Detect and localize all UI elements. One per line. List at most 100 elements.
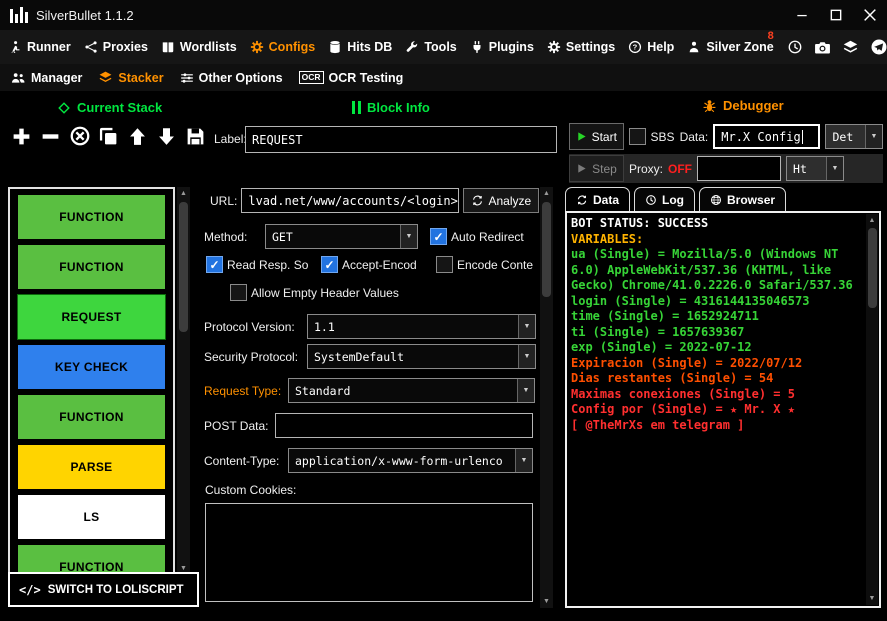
wrench-icon <box>405 40 419 54</box>
tab-log[interactable]: Log <box>634 187 695 211</box>
help-icon: ? <box>628 40 642 54</box>
arrow-down-icon[interactable] <box>154 123 179 149</box>
chevron-down-icon[interactable]: ▼ <box>518 315 535 338</box>
menu-item-proxies[interactable]: Proxies <box>84 40 148 54</box>
svg-text:?: ? <box>633 43 638 52</box>
data-line: login (Single) = 4316144135046573 <box>571 294 863 310</box>
debug-data-input[interactable]: Mr.X Config <box>713 124 820 149</box>
scroll-thumb[interactable] <box>179 202 188 332</box>
scroll-thumb[interactable] <box>868 228 877 308</box>
tab-stacker[interactable]: Stacker <box>98 70 163 85</box>
chevron-down-icon[interactable]: ▼ <box>518 345 535 368</box>
history-icon[interactable] <box>787 39 803 55</box>
remove-block-button[interactable] <box>38 123 63 149</box>
chevron-down-icon[interactable]: ▼ <box>400 225 417 248</box>
play-icon <box>576 163 587 174</box>
stack-block[interactable]: FUNCTION <box>18 395 165 439</box>
stack-block[interactable]: FUNCTION <box>18 245 165 289</box>
debugger-header: Debugger <box>702 98 784 113</box>
minimize-button[interactable] <box>785 0 819 30</box>
disable-block-button[interactable] <box>67 123 92 149</box>
scroll-up-arrow[interactable]: ▲ <box>540 187 553 200</box>
data-line: exp (Single) = 2022-07-12 <box>571 340 863 356</box>
data-line: Expiracion (Single) = 2022/07/12 <box>571 356 863 372</box>
switch-to-loliscript-button[interactable]: </> SWITCH TO LOLISCRIPT <box>8 572 199 607</box>
chevron-down-icon[interactable]: ▼ <box>515 449 532 472</box>
menu-item-configs[interactable]: Configs <box>250 40 316 54</box>
stack-block[interactable]: REQUEST <box>18 295 165 339</box>
tab-other-options[interactable]: Other Options <box>180 71 283 85</box>
menu-item-help[interactable]: ? Help <box>628 40 674 54</box>
custom-cookies-textarea[interactable] <box>205 503 533 602</box>
maximize-button[interactable] <box>819 0 853 30</box>
scroll-down-arrow[interactable]: ▼ <box>866 592 878 605</box>
menu-item-settings[interactable]: Settings <box>547 40 615 54</box>
protocol-version-select[interactable]: 1.1 ▼ <box>307 314 536 339</box>
menu-item-tools[interactable]: Tools <box>405 40 456 54</box>
layers-icon[interactable] <box>842 39 859 56</box>
debugger-output-panel: BOT STATUS: SUCCESSVARIABLES:ua (Single)… <box>565 211 881 608</box>
stack-block[interactable]: FUNCTION <box>18 545 165 575</box>
clone-block-button[interactable] <box>96 123 121 149</box>
data-line: ua (Single) = Mozilla/5.0 (Windows NT 6.… <box>571 247 863 294</box>
tab-label: OCR Testing <box>329 71 404 85</box>
close-button[interactable] <box>853 0 887 30</box>
request-type-select[interactable]: Standard ▼ <box>288 378 535 403</box>
start-button[interactable]: Start <box>569 123 624 150</box>
scroll-up-arrow[interactable]: ▲ <box>177 187 190 200</box>
accept-encoding-checkbox[interactable]: ✓ <box>321 256 338 273</box>
auto-redirect-checkbox[interactable]: ✓ <box>430 228 447 245</box>
block-info-scrollbar[interactable]: ▲ ▼ <box>540 187 553 608</box>
scroll-thumb[interactable] <box>542 202 551 297</box>
encode-content-checkbox[interactable] <box>436 256 453 273</box>
chevron-down-icon[interactable]: ▼ <box>517 379 534 402</box>
stack-block[interactable]: KEY CHECK <box>18 345 165 389</box>
read-response-checkbox[interactable]: ✓ <box>206 256 223 273</box>
request-type-caption: Request Type: <box>204 384 284 398</box>
stack-scrollbar[interactable]: ▲ ▼ <box>177 187 190 575</box>
add-block-button[interactable] <box>9 123 34 149</box>
menu-item-plugins[interactable]: Plugins <box>470 40 534 54</box>
chevron-down-icon[interactable]: ▼ <box>865 125 882 148</box>
camera-icon[interactable] <box>814 39 831 56</box>
tab-ocr-testing[interactable]: OCR OCR Testing <box>299 71 404 85</box>
proxy-type-select[interactable]: Ht ▼ <box>786 156 844 181</box>
method-select[interactable]: GET ▼ <box>265 224 418 249</box>
tab-browser[interactable]: Browser <box>699 187 786 211</box>
menu-item-wordlists[interactable]: Wordlists <box>161 40 237 54</box>
proxy-input[interactable] <box>697 156 781 181</box>
stack-block[interactable]: FUNCTION <box>18 195 165 239</box>
sbs-label: SBS <box>651 130 675 144</box>
telegram-icon[interactable] <box>870 38 887 56</box>
step-button[interactable]: Step <box>569 155 624 182</box>
menu-item-silver-zone[interactable]: Silver Zone 8 <box>687 40 773 54</box>
data-line: ti (Single) = 1657639367 <box>571 325 863 341</box>
content-type-select[interactable]: application/x-www-form-urlenco ▼ <box>288 448 533 473</box>
menu-item-hitsdb[interactable]: Hits DB <box>328 40 392 54</box>
scroll-up-arrow[interactable]: ▲ <box>866 214 878 227</box>
output-scrollbar[interactable]: ▲ ▼ <box>866 214 878 605</box>
scroll-down-arrow[interactable]: ▼ <box>540 595 553 608</box>
url-caption: URL: <box>210 194 237 208</box>
data-line: VARIABLES: <box>571 232 863 248</box>
menu-item-runner[interactable]: Runner <box>8 40 71 54</box>
proxy-status[interactable]: OFF <box>668 162 692 176</box>
analyze-button[interactable]: Analyze <box>463 188 539 213</box>
arrow-up-icon[interactable] <box>125 123 150 149</box>
tab-manager[interactable]: Manager <box>10 71 82 85</box>
post-data-input[interactable] <box>275 413 533 438</box>
security-protocol-select[interactable]: SystemDefault ▼ <box>307 344 536 369</box>
stack-block[interactable]: LS <box>18 495 165 539</box>
notification-badge: 8 <box>768 30 774 42</box>
app-title: SilverBullet 1.1.2 <box>36 8 134 23</box>
chevron-down-icon[interactable]: ▼ <box>826 157 843 180</box>
label-input[interactable]: REQUEST <box>245 126 557 153</box>
stack-block[interactable]: PARSE <box>18 445 165 489</box>
data-type-select[interactable]: Det ▼ <box>825 124 883 149</box>
clock-icon <box>645 194 657 206</box>
tab-data[interactable]: Data <box>565 187 630 211</box>
sbs-checkbox[interactable] <box>629 128 646 145</box>
save-icon[interactable] <box>183 123 208 149</box>
url-input[interactable]: lvad.net/www/accounts/<login>/ <box>241 188 459 213</box>
allow-empty-headers-checkbox[interactable] <box>230 284 247 301</box>
